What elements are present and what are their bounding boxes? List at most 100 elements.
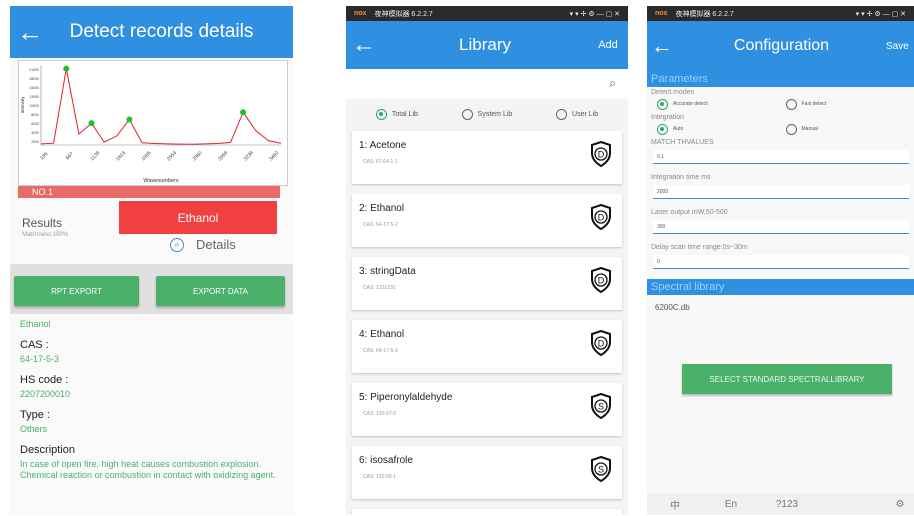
shield-badge-icon: D (591, 267, 611, 293)
badge-letter: D (598, 339, 605, 349)
key-chinese[interactable]: 中 (647, 497, 703, 512)
arrow-left-icon[interactable]: ← (346, 31, 382, 59)
x-tick-label: 1995 (140, 150, 152, 162)
library-item-cas: CAS: 120-57-0 (363, 411, 397, 417)
y-tick-label: 6000 (31, 122, 39, 126)
radio-empty-icon (785, 98, 797, 110)
library-item-cas: CAS: 64-17-5-3 (363, 348, 398, 354)
radio-label: Manual (801, 126, 818, 132)
peak-marker[interactable] (126, 116, 133, 123)
add-button[interactable]: Add (588, 39, 628, 51)
spectrum-line (40, 68, 282, 145)
library-item-name: 2: Ethanol (359, 203, 405, 214)
magnifier-icon: ⌕ (170, 237, 184, 252)
description-value: In case of open fire, high heat causes c… (20, 459, 276, 480)
hs-code-label: HS code : (20, 374, 69, 386)
radio-total-lib[interactable]: Total Lib (375, 108, 418, 120)
nox-logo: nox (655, 10, 668, 17)
delay-scan-field[interactable]: 0 (653, 255, 909, 269)
cas-label: CAS : (20, 339, 49, 351)
save-button[interactable]: Save (886, 41, 914, 52)
search-bar[interactable]: ⌕ (346, 69, 628, 99)
peak-marker[interactable] (240, 109, 247, 116)
key-english[interactable]: En (703, 499, 759, 510)
x-axis-label: Wavenumbers (143, 178, 179, 184)
laser-output-field[interactable]: 300 (653, 220, 909, 234)
library-item[interactable]: 7: N-Acetylanthranilic acid (352, 509, 622, 515)
library-item[interactable]: 1: Acetone CAS: 67-64-1-1 D (352, 131, 622, 184)
detect-mode-radios: Accurate detect Fast detect (647, 96, 914, 112)
gear-icon[interactable]: ⚙ (886, 499, 914, 510)
emulator-title: 夜神模拟器 6.2.2.7 (675, 10, 734, 18)
radio-empty-icon (461, 108, 473, 120)
library-item[interactable]: 5: Piperonylaldehyde CAS: 120-57-0 S (352, 383, 622, 436)
library-item-cas: CAS: 1231231 (363, 285, 396, 291)
detect-modes-label: Detect modes (651, 89, 695, 96)
arrow-left-icon[interactable]: ← (10, 6, 50, 58)
radio-empty-icon (785, 123, 797, 135)
details-label: Details (196, 237, 236, 252)
radio-selected-icon (657, 98, 668, 110)
app-bar: ← Configuration Save (647, 21, 914, 71)
x-tick-label: 2860 (192, 150, 204, 162)
rank-bar[interactable]: NO.1 (18, 186, 280, 198)
key-symbols[interactable]: ?123 (759, 499, 815, 510)
radio-empty-icon (556, 108, 568, 120)
library-filter: Total Lib System Lib User Lib (346, 99, 628, 129)
badge-letter: D (598, 276, 605, 286)
match-thvalues-field[interactable]: 0.1 (653, 150, 909, 164)
peak-marker[interactable] (63, 65, 70, 72)
y-axis-label: Intensity (20, 96, 25, 114)
radio-user-lib[interactable]: User Lib (556, 108, 598, 120)
radio-accurate-detect[interactable]: Accurate detect (657, 98, 786, 110)
spectral-library-header: Spectral library (647, 279, 914, 295)
configuration-screen: nox 夜神模拟器 6.2.2.7 ▾ ▾ ✢ ⚙ — ▢ ✕ ← Config… (647, 6, 914, 515)
type-label: Type : (20, 409, 50, 421)
library-item[interactable]: 6: isosafrole CAS: 120-58-1 S (352, 446, 622, 499)
library-screen: nox 夜神模拟器 6.2.2.7 ▾ ▾ ✢ ⚙ — ▢ ✕ ← Librar… (346, 6, 628, 515)
library-item[interactable]: 3: stringData CAS: 1231231 D (352, 257, 622, 310)
library-item-cas: CAS: 64-17-5-2 (363, 222, 398, 228)
ime-keyboard-bar: 中 En ?123 ⚙ (647, 493, 914, 515)
library-item-cas: CAS: 120-58-1 (363, 474, 397, 480)
radio-fast-detect[interactable]: Fast detect (785, 98, 914, 110)
radio-label: System Lib (477, 110, 513, 118)
emulator-statusbar: nox 夜神模拟器 6.2.2.7 ▾ ▾ ✢ ⚙ — ▢ ✕ (647, 6, 914, 21)
radio-manual[interactable]: Manual (785, 123, 914, 135)
page-title: Detect records details (69, 21, 254, 42)
radio-selected-icon (657, 123, 668, 135)
export-data-button[interactable]: EXPORT DATA (156, 276, 285, 306)
rpt-export-button[interactable]: RPT EXPORT (14, 276, 139, 306)
badge-letter: S (598, 465, 604, 475)
library-item[interactable]: 4: Ethanol CAS: 64-17-5-3 D (352, 320, 622, 373)
radio-system-lib[interactable]: System Lib (461, 108, 513, 120)
y-tick-label: 15000 (29, 86, 39, 90)
spectrum-chart: 21000 18000 15000 13000 10000 8000 6000 4000 200… (18, 60, 288, 186)
y-tick-label: 13000 (29, 95, 39, 99)
library-item-name: 4: Ethanol (359, 329, 405, 340)
search-icon[interactable]: ⌕ (609, 76, 616, 91)
peak-marker[interactable] (88, 120, 95, 127)
radio-selected-icon (375, 108, 387, 120)
arrow-left-icon[interactable]: ← (647, 33, 677, 59)
library-item[interactable]: 2: Ethanol CAS: 64-17-5-2 D (352, 194, 622, 247)
details-link[interactable]: ⌕ Details (170, 237, 236, 252)
select-spectral-library-button[interactable]: SELECT STANDARD SPECTRALLIBRARY (682, 364, 892, 394)
x-tick-label: 3238 (243, 150, 255, 162)
library-item-cas: CAS: 67-64-1-1 (363, 159, 398, 165)
library-item-name: 1: Acetone (359, 140, 407, 151)
page-title: Configuration (733, 37, 830, 54)
x-tick-label: 1614 (115, 150, 127, 162)
radio-auto[interactable]: Auto (657, 123, 786, 135)
window-controls[interactable]: ▾ ▾ ✢ ⚙ — ▢ ✕ (856, 10, 906, 18)
y-tick-label: 8000 (31, 113, 39, 117)
match-text: Matchness:100% (22, 232, 69, 238)
results-label: Results (22, 216, 63, 230)
radio-label: Fast detect (801, 101, 827, 107)
shield-badge-icon: D (591, 330, 611, 356)
shield-badge-icon: S (591, 393, 611, 419)
badge-letter: S (598, 402, 604, 412)
integration-time-field[interactable]: 2000 (653, 185, 909, 199)
result-name-chip[interactable]: Ethanol (119, 201, 277, 234)
window-controls[interactable]: ▾ ▾ ✢ ⚙ — ▢ ✕ (570, 10, 620, 18)
